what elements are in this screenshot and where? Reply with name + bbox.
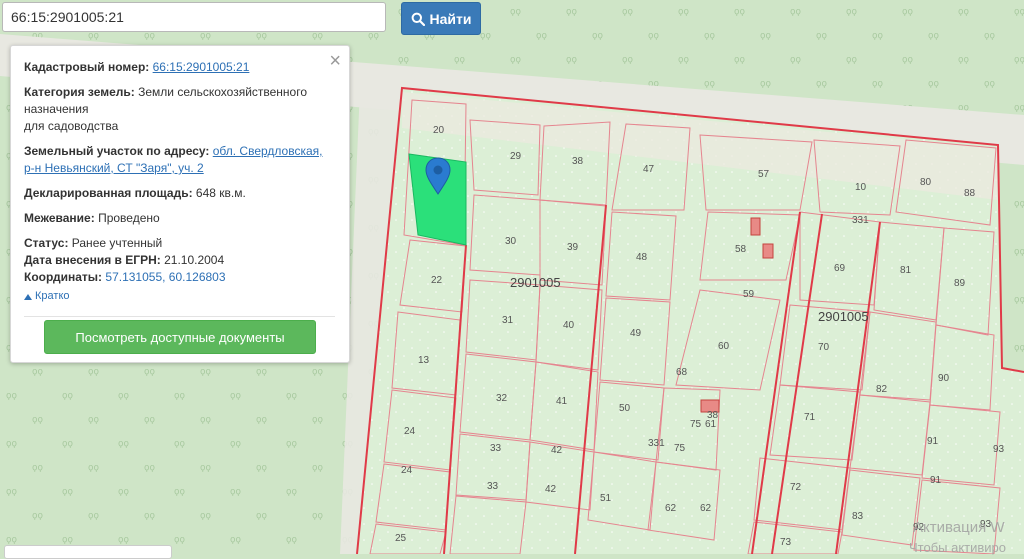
parcel-label: 30 bbox=[505, 236, 517, 247]
parcel-label: 69 bbox=[834, 263, 846, 274]
coordinates-label: Координаты: bbox=[24, 270, 103, 284]
collapse-link[interactable]: Кратко bbox=[24, 288, 335, 305]
parcel-info-panel: × Кадастровый номер: 66:15:2901005:21 Ка… bbox=[10, 45, 350, 363]
parcel-label: 50 bbox=[619, 403, 631, 414]
search-button[interactable]: Найти bbox=[401, 2, 481, 35]
parcel-label: 42 bbox=[545, 484, 557, 495]
land-use-value: для садоводства bbox=[24, 119, 119, 133]
survey-value: Проведено bbox=[98, 211, 160, 225]
address-label: Земельный участок по адресу: bbox=[24, 144, 210, 158]
caret-up-icon bbox=[24, 293, 32, 300]
parcel-label: 68 bbox=[676, 367, 688, 378]
parcel-label: 31 bbox=[502, 315, 514, 326]
parcel-label: 90 bbox=[938, 373, 950, 384]
parcel-label: 75 bbox=[674, 443, 686, 454]
close-icon[interactable]: × bbox=[329, 51, 341, 71]
view-documents-button-label: Посмотреть доступные документы bbox=[75, 329, 285, 345]
survey-label: Межевание: bbox=[24, 211, 95, 225]
parcel-label: 41 bbox=[556, 396, 568, 407]
land-category-label: Категория земель: bbox=[24, 85, 135, 99]
parcel-label: 39 bbox=[567, 242, 579, 253]
parcel-label: 25 bbox=[395, 533, 407, 544]
registry-date-label: Дата внесения в ЕГРН: bbox=[24, 253, 161, 267]
parcel-label: 71 bbox=[804, 412, 816, 423]
parcel-label: 57 bbox=[758, 169, 770, 180]
search-button-label: Найти bbox=[429, 10, 472, 27]
parcel-label: 40 bbox=[563, 320, 575, 331]
parcel-label: 33 bbox=[490, 443, 502, 454]
parcel-label: 29 bbox=[510, 151, 522, 162]
parcel-label: 88 bbox=[964, 188, 976, 199]
parcel-label: 82 bbox=[876, 384, 888, 395]
area-value: 648 кв.м. bbox=[195, 186, 246, 200]
parcel-label: 38 bbox=[572, 156, 584, 167]
parcel-label: 48 bbox=[636, 252, 648, 263]
parcel-label: 42 bbox=[551, 445, 563, 456]
coordinates-value: 57.131055, 60.126803 bbox=[105, 270, 226, 284]
area-label: Декларированная площадь: bbox=[24, 186, 193, 200]
parcel-label: 80 bbox=[920, 177, 932, 188]
divider bbox=[24, 316, 335, 317]
parcel-label: 81 bbox=[900, 265, 912, 276]
parcel-label: 49 bbox=[630, 328, 642, 339]
parcel-label: 33 bbox=[487, 481, 499, 492]
parcel-label: 62 bbox=[700, 503, 712, 514]
collapse-link-label: Кратко bbox=[35, 290, 70, 302]
registry-date-value: 21.10.2004 bbox=[164, 253, 225, 267]
parcel-label: 73 bbox=[780, 537, 792, 548]
parcel-label: 59 bbox=[743, 289, 755, 300]
search-input[interactable] bbox=[2, 2, 386, 32]
parcel-label: 331 bbox=[648, 438, 665, 449]
parcel-label: 62 bbox=[665, 503, 677, 514]
bottom-widget[interactable] bbox=[4, 545, 172, 559]
parcel-label: 13 bbox=[418, 355, 430, 366]
parcel-label: 24 bbox=[401, 465, 413, 476]
parcel-label: 91 bbox=[927, 436, 939, 447]
view-documents-button[interactable]: Посмотреть доступные документы bbox=[44, 320, 316, 354]
parcel-label: 331 bbox=[852, 215, 869, 226]
parcel-label: 60 bbox=[718, 341, 730, 352]
status-value: Ранее учтенный bbox=[71, 236, 163, 250]
status-label: Статус: bbox=[24, 236, 69, 250]
activation-watermark: Активация W bbox=[913, 519, 1005, 536]
parcel-label: 38 bbox=[707, 410, 719, 421]
parcel-label: 58 bbox=[735, 244, 747, 255]
parcel-label: 70 bbox=[818, 342, 830, 353]
parcel-label: 22 bbox=[431, 275, 443, 286]
parcel-label: 32 bbox=[496, 393, 508, 404]
parcel-label: 72 bbox=[790, 482, 802, 493]
quarter-label: 2901005 bbox=[510, 275, 561, 290]
parcel-label: 51 bbox=[600, 493, 612, 504]
parcel-label: 10 bbox=[855, 182, 867, 193]
activation-watermark-subtext: Чтобы активиро bbox=[909, 540, 1007, 555]
parcel-label: 75 bbox=[690, 419, 702, 430]
quarter-label: 2901005 bbox=[818, 309, 869, 324]
parcel-label: 93 bbox=[993, 444, 1005, 455]
cadastral-number-label: Кадастровый номер: bbox=[24, 60, 150, 74]
parcel-label: 89 bbox=[954, 278, 966, 289]
parcel-label: 47 bbox=[643, 164, 655, 175]
parcel-label: 20 bbox=[433, 125, 445, 136]
parcel-label: 91 bbox=[930, 475, 942, 486]
search-icon bbox=[411, 12, 425, 26]
cadastral-number-link[interactable]: 66:15:2901005:21 bbox=[153, 60, 250, 74]
parcel-label: 24 bbox=[404, 426, 416, 437]
parcel-label: 83 bbox=[852, 511, 864, 522]
